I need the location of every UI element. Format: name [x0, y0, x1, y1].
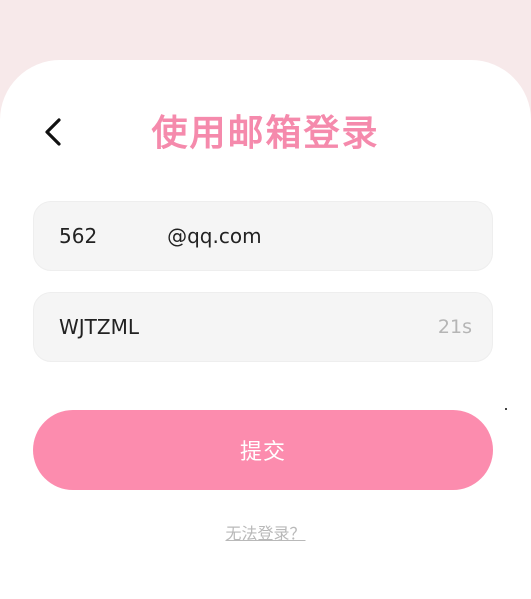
code-field-container[interactable]: 21s — [33, 292, 493, 362]
cannot-login-link[interactable]: 无法登录？ — [0, 520, 531, 544]
artifact-dot — [505, 408, 507, 410]
page-title: 使用邮箱登录 — [151, 113, 380, 154]
email-field-container[interactable] — [33, 201, 493, 271]
submit-button[interactable]: 提交 — [33, 410, 493, 490]
login-page: 使用邮箱登录 21s 提交 无法登录？ — [0, 0, 531, 599]
email-input[interactable] — [59, 224, 472, 248]
countdown-timer: 21s — [437, 316, 472, 338]
verification-code-input[interactable] — [59, 315, 438, 339]
